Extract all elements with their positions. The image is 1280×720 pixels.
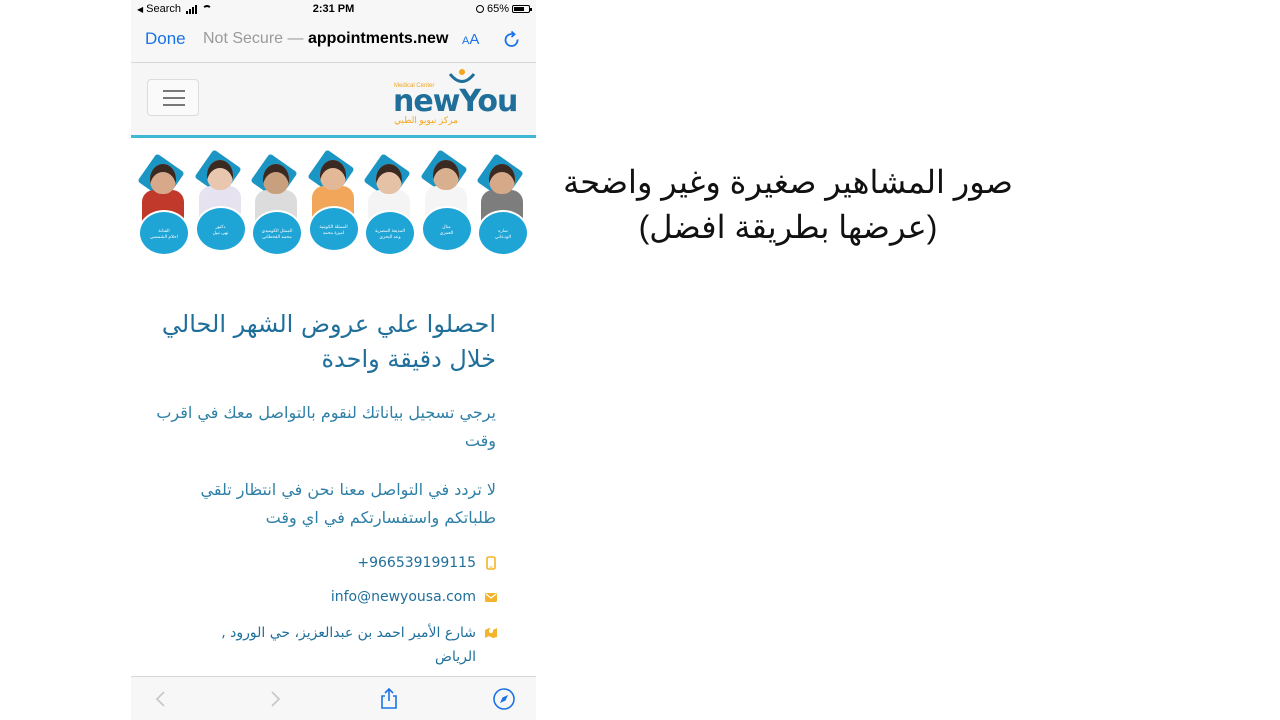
forward-icon[interactable] [263, 687, 287, 711]
orientation-lock-icon [475, 5, 484, 13]
celebrity-photo-head [432, 160, 459, 190]
mobile-phone-icon [486, 556, 496, 570]
celebrity-caption: الفنانة احلام الشمسي [150, 228, 178, 239]
address-text: شارع الأمير احمد بن عبدالعزيز، حي الورود… [221, 625, 476, 665]
celebrity-tile: الفنانة احلام الشمسي [136, 150, 192, 258]
celebrity-photo-head [263, 164, 289, 194]
address-field[interactable]: Not Secure — appointments.new [203, 30, 451, 48]
celebrity-photo-head [319, 160, 346, 190]
celebrity-tile: الممثلة الكويتية اميرة محمد [306, 146, 362, 254]
review-annotation: صور المشاهير صغيرة وغير واضحة (عرضها بطر… [563, 164, 1013, 245]
logo-arabic-text: مركز نيويو الطبي [394, 115, 458, 125]
share-icon[interactable] [377, 687, 401, 711]
text-size-button[interactable]: AA [462, 31, 479, 48]
site-logo[interactable]: Medical Center newYou مركز نيويو الطبي [389, 69, 518, 129]
url-domain: appointments.new [307, 30, 449, 47]
register-paragraph: يرجي تسجيل بياناتك لنقوم بالتواصل معك في… [156, 403, 496, 450]
browser-url-bar: Done Not Secure — appointments.new AA [131, 20, 536, 63]
status-bar: ◀ Search 2:31 PM 65% [131, 0, 536, 20]
browser-toolbar [131, 676, 536, 720]
site-header: Medical Center newYou مركز نيويو الطبي [131, 63, 536, 138]
status-right: 65% [475, 3, 532, 15]
celebrity-photo-head [489, 164, 515, 194]
phone-number: +966539199115 [357, 555, 476, 571]
celebrity-photo-head [206, 160, 233, 190]
map-pin-icon [485, 628, 497, 638]
contact-phone[interactable]: +966539199115 [357, 555, 498, 571]
offer-heading: احصلوا علي عروض الشهر الحالي خلال دقيقة … [161, 310, 496, 373]
celebrity-tile: منال العمري [419, 146, 475, 254]
celebrity-photo-head [376, 164, 402, 194]
email-address: info@newyousa.com [330, 589, 476, 605]
hamburger-menu-button[interactable] [147, 79, 199, 116]
back-icon[interactable] [149, 687, 173, 711]
logo-wordmark: newYou [393, 84, 518, 119]
celebrity-tile: الممثل الكوميدي محمد القحطاني [249, 150, 305, 258]
phone-screen: ◀ Search 2:31 PM 65% Done Not Secure — a… [131, 0, 536, 720]
celebrity-tile: المذيعة المصرية وعد البحري [362, 150, 418, 258]
security-warning: Not Secure — [203, 30, 304, 47]
celebrity-tile: ساره الودعاني [475, 150, 531, 258]
celebrity-caption: منال العمري [439, 224, 454, 235]
celebrity-caption: الممثل الكوميدي محمد القحطاني [261, 228, 293, 239]
battery-icon [512, 5, 532, 13]
celebrity-banner: الفنانة احلام الشمسي دكتور نهى نبيل الممثل… [131, 142, 536, 256]
reload-icon[interactable] [502, 30, 522, 50]
contact-address[interactable]: شارع الأمير احمد بن عبدالعزيز، حي الورود… [176, 621, 498, 669]
celebrity-photo-head [150, 164, 176, 194]
compass-icon[interactable] [492, 687, 516, 711]
contact-email[interactable]: info@newyousa.com [331, 589, 498, 605]
celebrity-caption: المذيعة المصرية وعد البحري [375, 228, 405, 239]
celebrity-caption: الممثلة الكويتية اميرة محمد [319, 224, 348, 235]
celebrity-caption: ساره الودعاني [494, 228, 511, 239]
celebrity-caption: دكتور نهى نبيل [212, 224, 229, 235]
done-button[interactable]: Done [145, 29, 186, 49]
contact-paragraph: لا تردد في التواصل معنا نحن في انتظار تل… [200, 480, 496, 527]
celebrity-tile: دكتور نهى نبيل [193, 146, 249, 254]
envelope-icon [485, 593, 497, 602]
battery-percent: 65% [486, 3, 509, 15]
